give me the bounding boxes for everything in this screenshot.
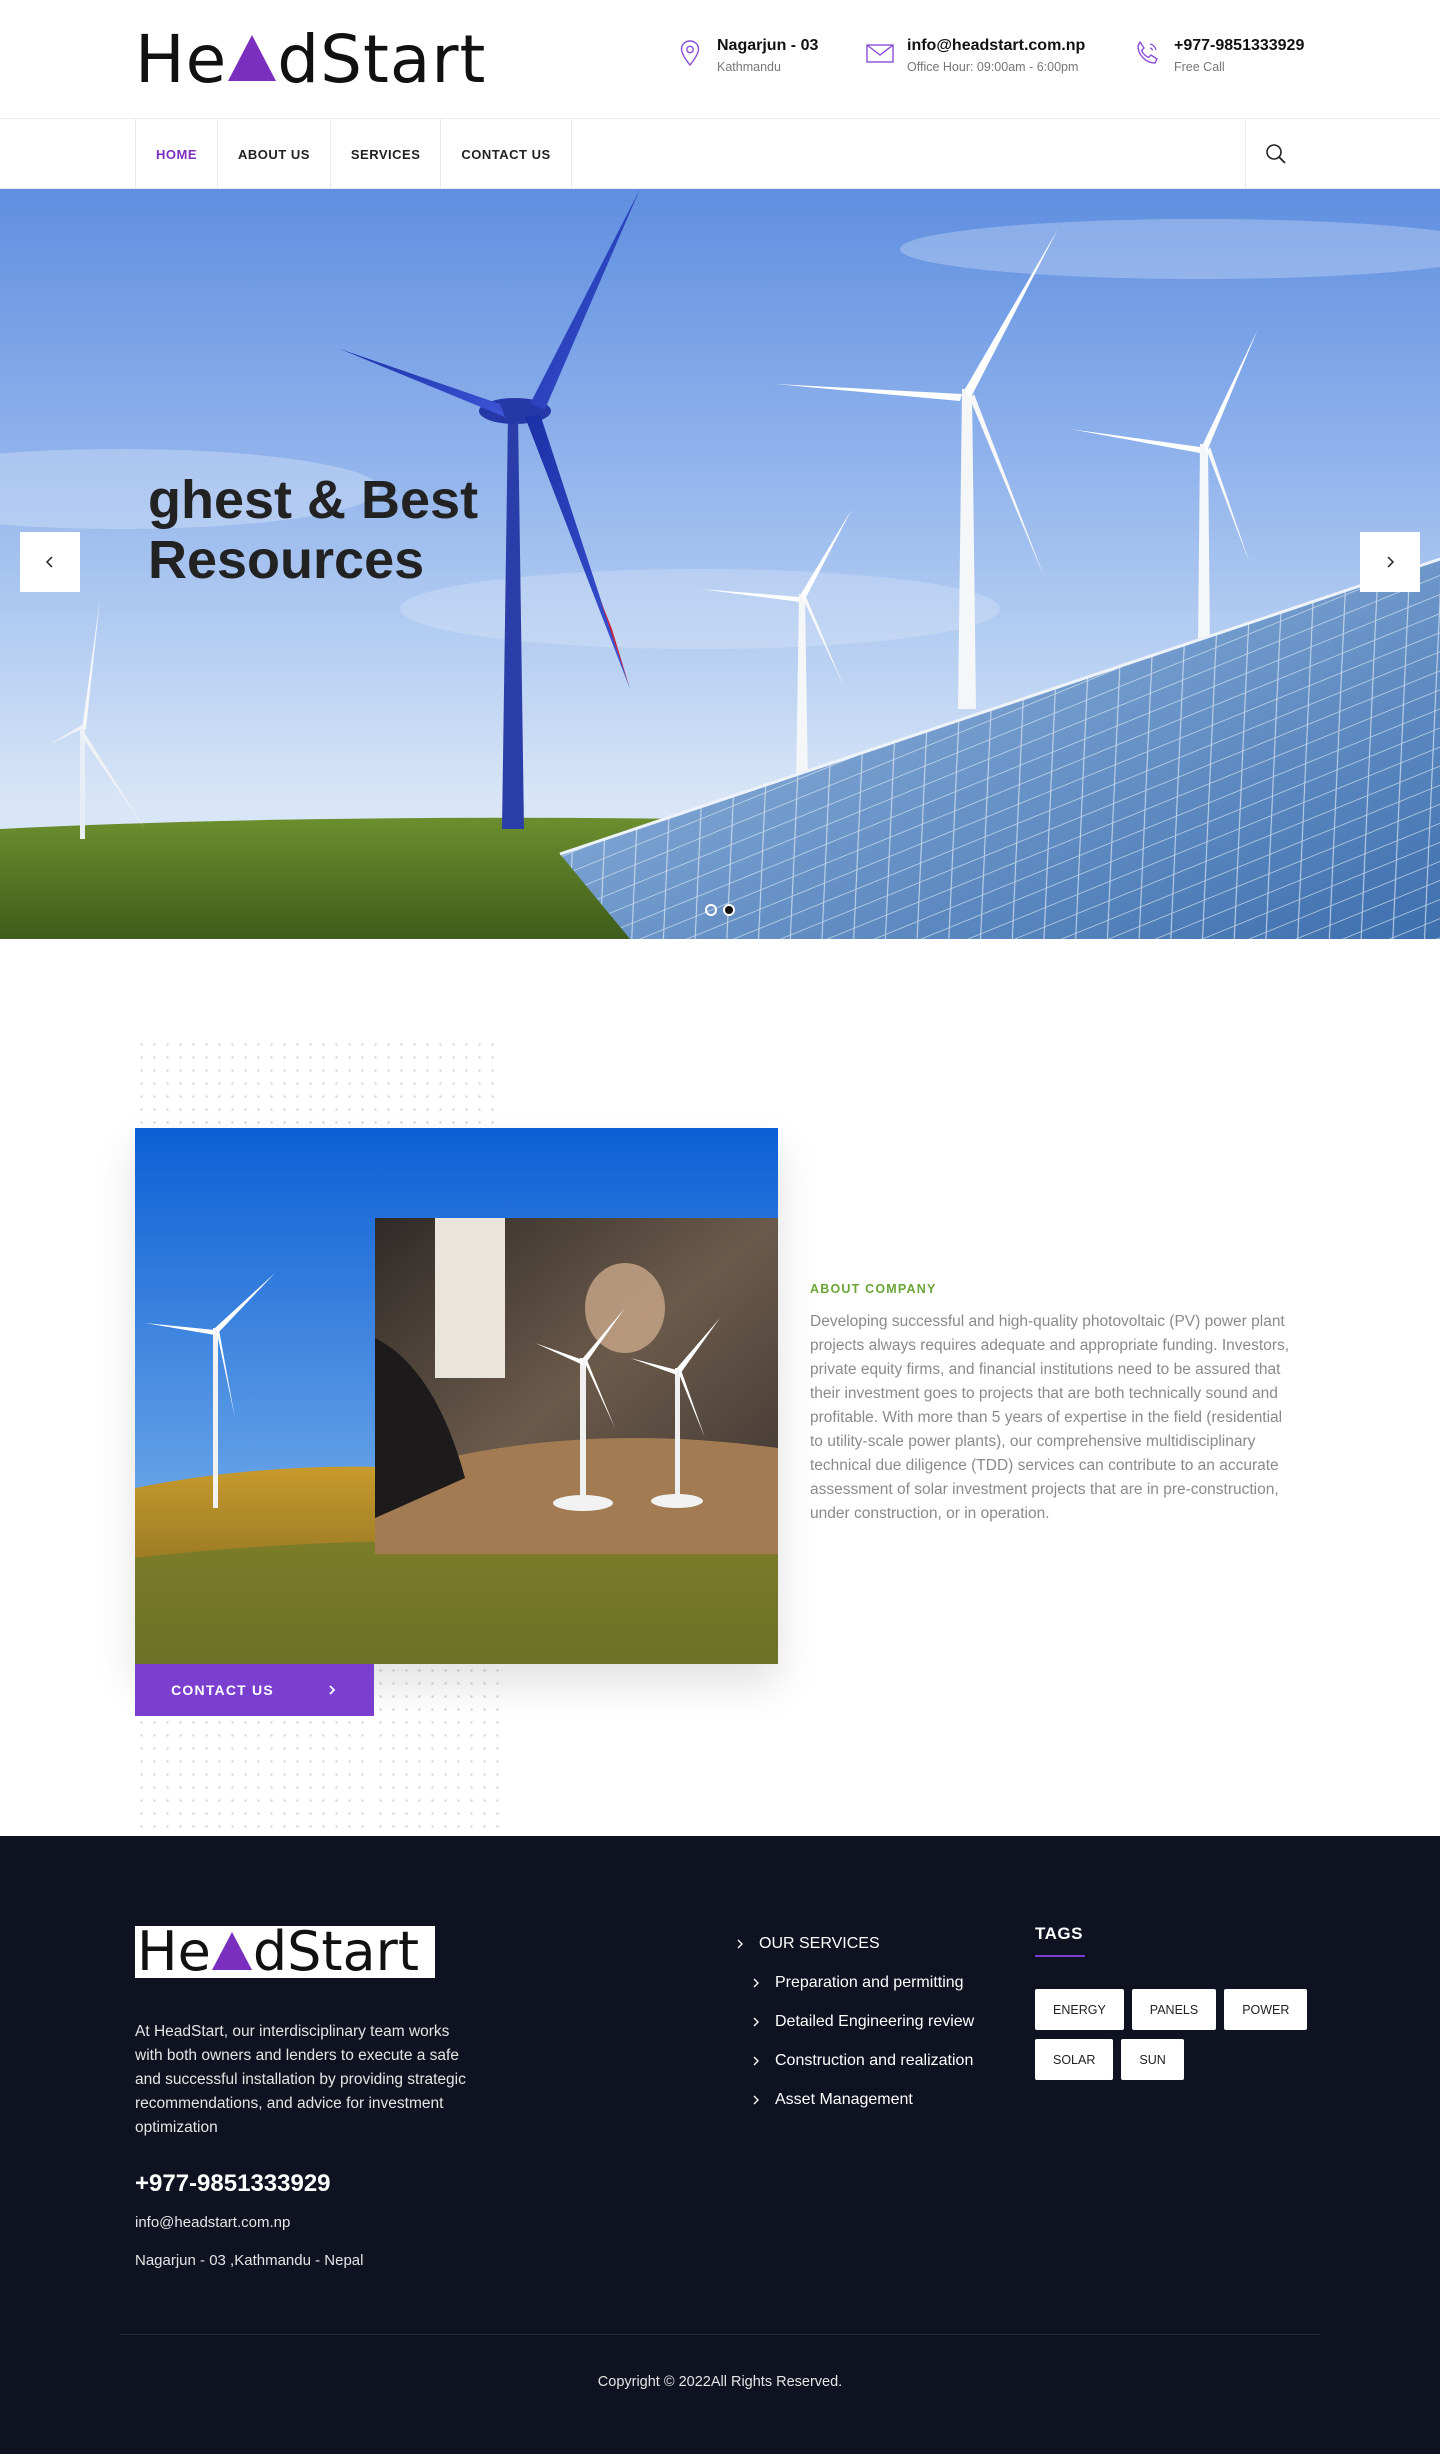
footer-about-text: At HeadStart, our interdisciplinary team… <box>135 2023 466 2136</box>
copyright: Copyright © 2022All Rights Reserved. <box>597 2374 843 2390</box>
footer-service-link-engineering[interactable]: Detailed Engineering review <box>733 2002 974 2041</box>
contact-address-subtitle: Kathmandu <box>717 60 781 74</box>
contact-phone-title[interactable]: +977-9851333929 <box>1174 36 1304 56</box>
footer-logo[interactable]: He dStart <box>135 1926 435 1978</box>
contact-email-title[interactable]: info@headstart.com.np <box>907 36 1085 56</box>
nav-item-contact-us[interactable]: CONTACT US <box>441 119 572 189</box>
chevron-right-icon <box>753 2056 759 2065</box>
chevron-right-icon <box>737 1939 743 1948</box>
about-label: ABOUT COMPANY <box>810 1282 937 1296</box>
hero-title: ghest & Best Resources <box>148 470 478 590</box>
envelope-icon <box>866 44 894 63</box>
footer-services-heading-label: OUR SERVICES <box>759 1934 880 1952</box>
slide-dot-2[interactable] <box>723 904 735 916</box>
contact-email: info@headstart.com.np Office Hour: 09:00… <box>865 36 1085 76</box>
nav-item-home[interactable]: HOME <box>136 119 218 189</box>
site-logo[interactable]: He dStart <box>135 21 487 98</box>
logo-part-he: He <box>135 21 228 98</box>
footer-logo-triangle <box>211 1932 252 1970</box>
map-pin-icon <box>680 40 700 67</box>
page: He dStart Nagarjun - 03 Kathmandu info@he… <box>0 0 1440 2454</box>
tag-panels[interactable]: PANELS <box>1131 1989 1217 2030</box>
contact-us-button-label: CONTACT US <box>171 1682 274 1698</box>
footer-service-link-asset[interactable]: Asset Management <box>733 2080 974 2119</box>
contact-us-button[interactable]: CONTACT US <box>135 1664 374 1716</box>
tag-power[interactable]: POWER <box>1224 1989 1308 2030</box>
footer-logo-part-dstart: dStart <box>252 1926 420 1978</box>
about-text: Developing successful and high-quality p… <box>810 1313 1290 1522</box>
chevron-right-icon <box>329 1685 336 1695</box>
logo-part-dstart: dStart <box>277 21 487 98</box>
search-icon <box>1266 144 1286 164</box>
main-nav: HOME ABOUT US SERVICES CONTACT US <box>0 119 1440 189</box>
hero-title-line2: Resources <box>148 530 425 590</box>
footer-tags-underline <box>1035 1955 1085 1957</box>
slide-dot-1[interactable] <box>705 904 717 916</box>
chevron-right-icon <box>753 2095 759 2104</box>
tag-energy[interactable]: ENERGY <box>1035 1989 1124 2030</box>
contact-address: Nagarjun - 03 Kathmandu <box>675 36 818 76</box>
contact-phone: +977-9851333929 Free Call <box>1132 36 1304 76</box>
chevron-right-icon <box>753 2017 759 2026</box>
nav-list: HOME ABOUT US SERVICES CONTACT US <box>135 119 572 189</box>
footer-service-link-construction[interactable]: Construction and realization <box>733 2041 974 2080</box>
hero-title-line1: ghest & Best <box>148 470 479 530</box>
dot-pattern-bottom-right <box>374 1664 500 1836</box>
search-button[interactable] <box>1245 119 1306 189</box>
contact-email-subtitle: Office Hour: 09:00am - 6:00pm <box>907 60 1079 74</box>
tag-solar[interactable]: SOLAR <box>1035 2039 1114 2080</box>
hero-slide-dots <box>705 904 735 916</box>
footer-service-label: Construction and realization <box>775 2051 974 2069</box>
chevron-right-icon <box>753 1978 759 1987</box>
footer-tags-list: ENERGY PANELS POWER SOLAR SUN <box>1035 1989 1325 2080</box>
footer-service-label: Preparation and permitting <box>775 1973 964 1991</box>
logo-triangle <box>228 35 277 81</box>
footer-phone[interactable]: +977-9851333929 <box>135 2170 331 2198</box>
nav-item-services[interactable]: SERVICES <box>331 119 442 189</box>
hero-slider: ghest & Best Resources <box>0 189 1440 939</box>
hero-next-button[interactable] <box>1360 532 1420 592</box>
hero-prev-button[interactable] <box>20 532 80 592</box>
footer-email[interactable]: info@headstart.com.np <box>135 2214 290 2231</box>
footer-services-heading[interactable]: OUR SERVICES <box>733 1924 974 1963</box>
contact-address-title: Nagarjun - 03 <box>717 37 819 54</box>
contact-phone-subtitle: Free Call <box>1174 60 1225 74</box>
footer-divider <box>120 2334 1320 2335</box>
chevron-right-icon <box>1387 556 1395 568</box>
tag-sun[interactable]: SUN <box>1121 2039 1184 2080</box>
footer-address: Nagarjun - 03 ,Kathmandu - Nepal <box>135 2252 364 2269</box>
top-header: He dStart Nagarjun - 03 Kathmandu info@he… <box>0 0 1440 119</box>
about-image-composite <box>135 1128 778 1664</box>
nav-item-about-us[interactable]: ABOUT US <box>218 119 331 189</box>
footer: He dStart At HeadStart, our interdiscipli… <box>0 1836 1440 2454</box>
footer-service-label: Detailed Engineering review <box>775 2012 975 2030</box>
footer-tags-heading: TAGS <box>1035 1924 1083 1943</box>
meeting-photo <box>375 1218 778 1554</box>
phone-icon <box>1137 41 1158 64</box>
dot-pattern-bottom-left <box>135 1716 374 1836</box>
dot-pattern-top <box>135 1038 500 1138</box>
footer-service-label: Asset Management <box>775 2090 913 2108</box>
footer-logo-part-he: He <box>137 1926 211 1978</box>
footer-service-link-preparation[interactable]: Preparation and permitting <box>733 1963 974 2002</box>
chevron-left-icon <box>45 556 53 568</box>
footer-services-menu: OUR SERVICES Preparation and permitting … <box>733 1924 974 2119</box>
